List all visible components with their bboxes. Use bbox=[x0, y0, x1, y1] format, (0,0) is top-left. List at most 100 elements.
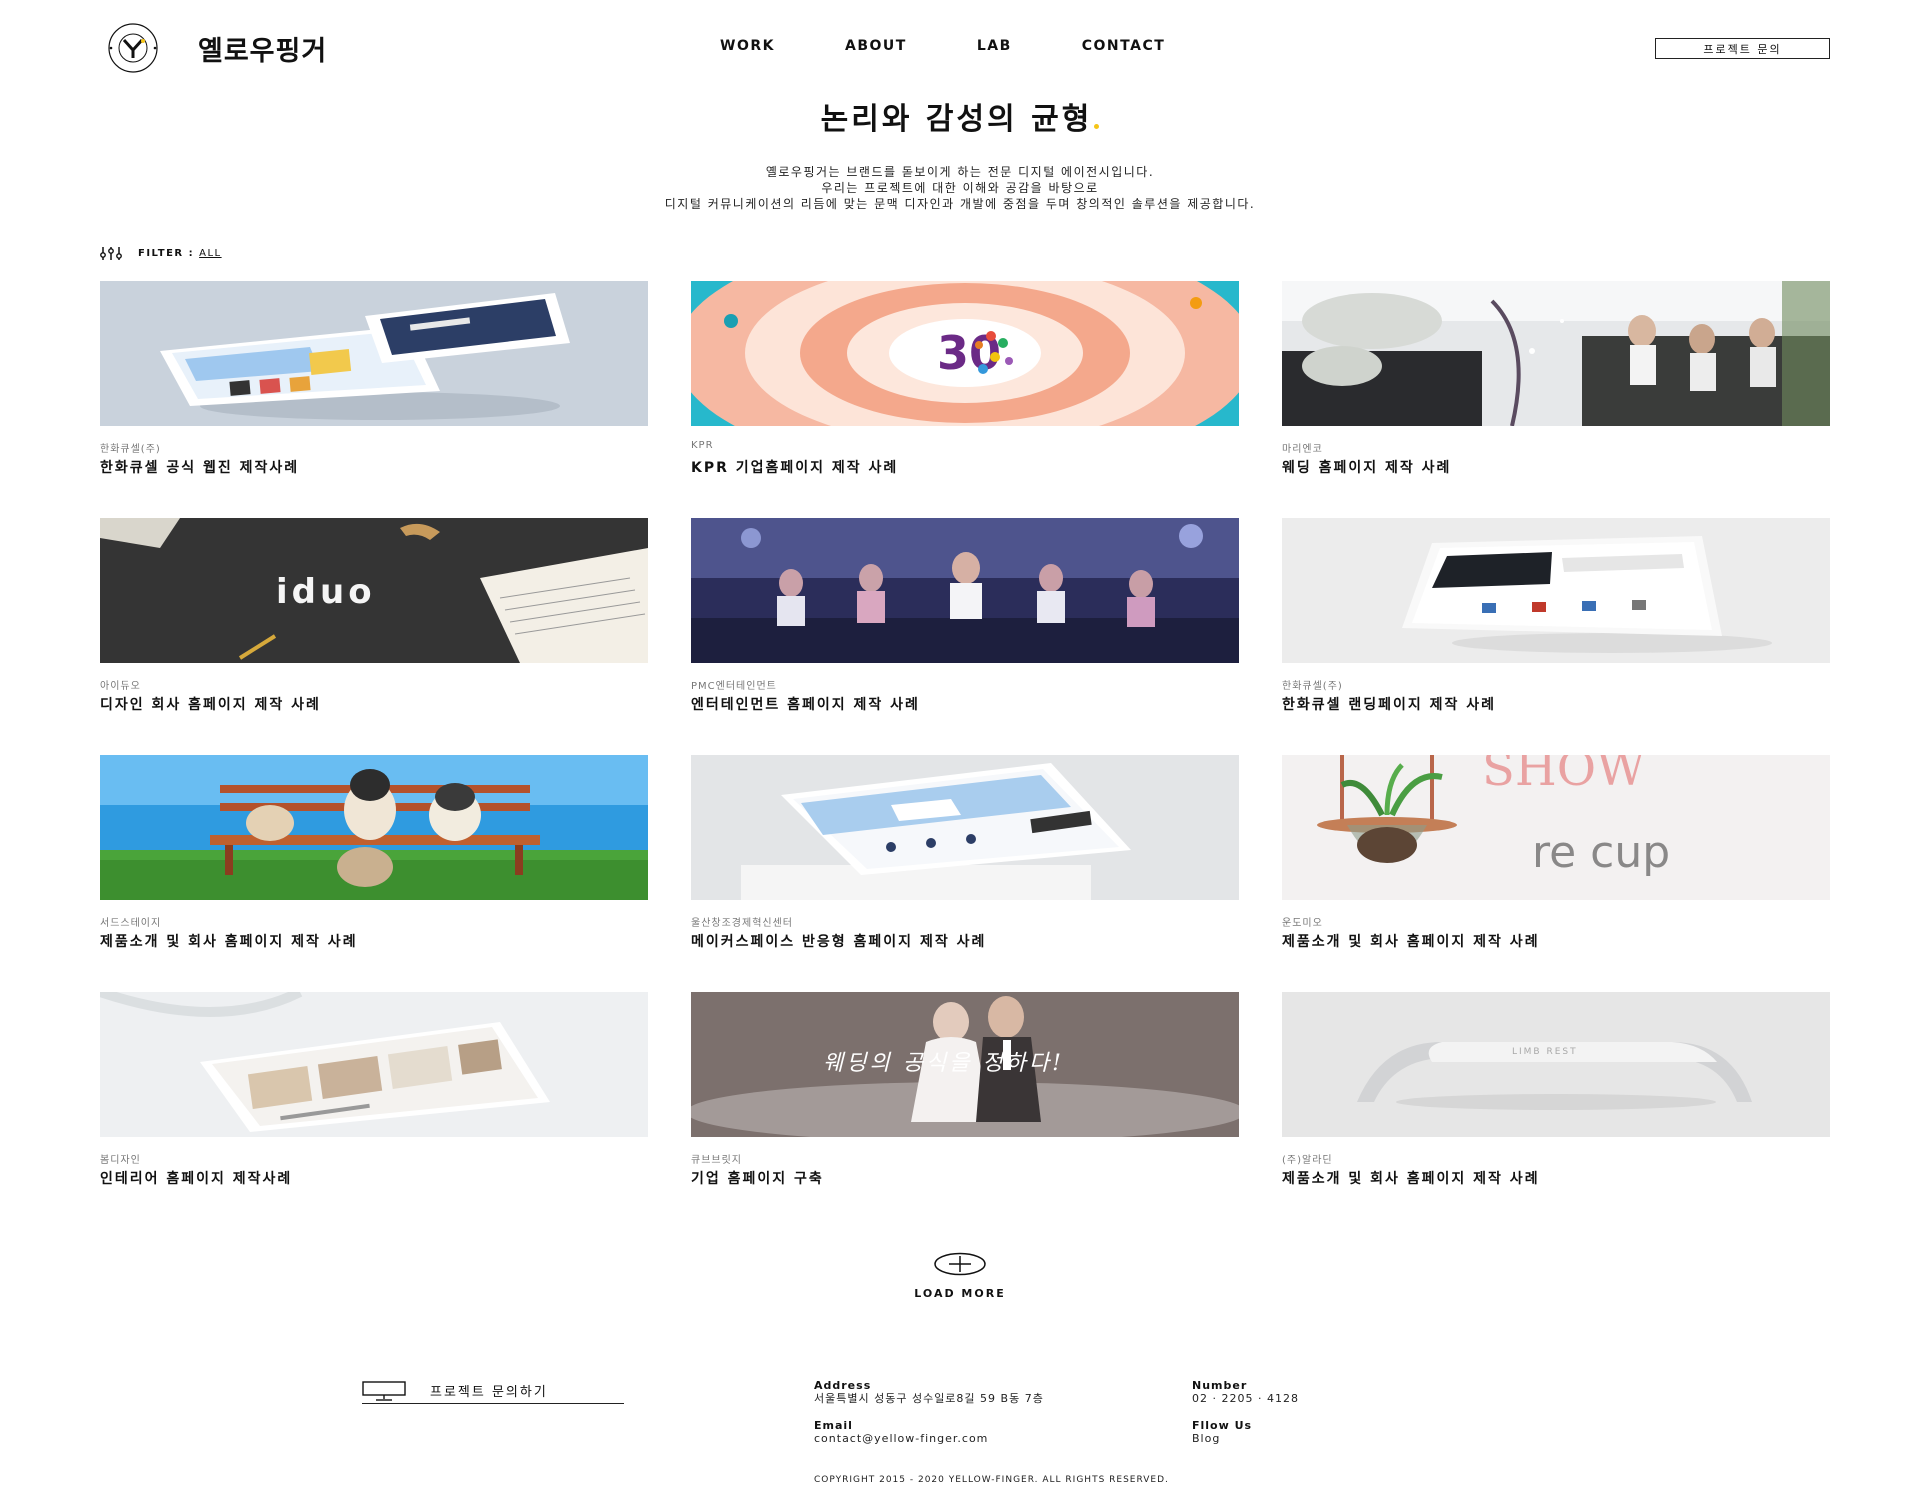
project-card[interactable]: 울산창조경제혁신센터 메이커스페이스 반응형 홈페이지 제작 사례 bbox=[691, 755, 1239, 950]
project-card[interactable]: iduo 아이듀오 디자인 회사 홈페이지 제작 사례 bbox=[100, 518, 648, 713]
filter-sliders-icon[interactable] bbox=[100, 247, 122, 260]
logo[interactable]: 옐로우핑거 bbox=[100, 22, 327, 74]
iduo-chalkboard-image: iduo bbox=[100, 518, 648, 663]
project-card[interactable]: 한화큐셀(주) 한화큐셀 랜딩페이지 제작 사례 bbox=[1282, 518, 1830, 713]
main-nav: WORK ABOUT LAB CONTACT bbox=[720, 38, 1165, 54]
project-title: 제품소개 및 회사 홈페이지 제작 사례 bbox=[1282, 1171, 1540, 1187]
copyright: COPYRIGHT 2015 - 2020 YELLOW-FINGER. ALL… bbox=[814, 1475, 1169, 1485]
logo-text: 옐로우핑거 bbox=[198, 35, 328, 67]
project-card[interactable]: SHOW re cup 운도미오 제품소개 및 회사 홈페이지 제작 사례 bbox=[1282, 755, 1830, 950]
nav-contact[interactable]: CONTACT bbox=[1082, 38, 1166, 54]
project-grid: 한화큐셀(주) 한화큐셀 공식 웹진 제작사례 30 KPR KPR 기업홈페이… bbox=[100, 281, 1830, 1187]
project-thumbnail bbox=[691, 755, 1239, 900]
tablet-landing-mockup-image bbox=[1282, 518, 1830, 663]
project-thumbnail bbox=[1282, 281, 1830, 426]
address-label: Address bbox=[814, 1379, 872, 1392]
project-title: 인테리어 홈페이지 제작사례 bbox=[100, 1171, 293, 1187]
tablet-mockup-image bbox=[100, 281, 648, 426]
project-thumbnail bbox=[1282, 518, 1830, 663]
project-client: 봄디자인 bbox=[100, 1155, 141, 1166]
follow-label: Fllow Us bbox=[1192, 1419, 1253, 1432]
site-header: 옐로우핑거 WORK ABOUT LAB CONTACT 프로젝트 문의 bbox=[0, 0, 1920, 96]
project-card[interactable]: 마리엔코 웨딩 홈페이지 제작 사례 bbox=[1282, 281, 1830, 476]
limb-rest-product-photo: LIMB REST bbox=[1282, 992, 1830, 1137]
tablet-makerspace-mockup-image bbox=[691, 755, 1239, 900]
project-thumbnail bbox=[691, 518, 1239, 663]
project-thumbnail bbox=[100, 281, 648, 426]
load-more-label: LOAD MORE bbox=[914, 1287, 1006, 1300]
recup-show-text: SHOW bbox=[1482, 755, 1646, 797]
hero-desc-line: 디지털 커뮤니케이션의 리듬에 맞는 문맥 디자인과 개발에 중점을 두며 창의… bbox=[664, 197, 1256, 211]
project-client: 서드스테이지 bbox=[100, 918, 162, 929]
nav-lab[interactable]: LAB bbox=[977, 38, 1012, 54]
number-value[interactable]: 02 · 2205 · 4128 bbox=[1192, 1392, 1299, 1405]
iduo-logo-text: iduo bbox=[276, 572, 376, 612]
project-thumbnail: LIMB REST bbox=[1282, 992, 1830, 1137]
project-title: 기업 홈페이지 구축 bbox=[691, 1171, 824, 1187]
filter-label: FILTER : bbox=[138, 248, 195, 259]
recup-plant-product-photo: SHOW re cup bbox=[1282, 755, 1830, 900]
project-title: 제품소개 및 회사 홈페이지 제작 사례 bbox=[1282, 934, 1540, 950]
yellow-finger-seal-logo bbox=[108, 23, 158, 73]
project-client: 한화큐셀(주) bbox=[100, 444, 161, 455]
project-client: KPR bbox=[691, 440, 714, 451]
project-title: 메이커스페이스 반응형 홈페이지 제작 사례 bbox=[691, 934, 987, 950]
load-more-button[interactable]: LOAD MORE bbox=[897, 1252, 1023, 1300]
footer-inquiry-label: 프로젝트 문의하기 bbox=[430, 1385, 548, 1400]
project-client: 한화큐셀(주) bbox=[1282, 681, 1343, 692]
concert-party-photo bbox=[691, 518, 1239, 663]
hero-desc-line: 우리는 프로젝트에 대한 이해와 공감을 바탕으로 bbox=[821, 181, 1099, 195]
wedding-script-text: 웨딩의 공식을 정하다! bbox=[823, 1051, 1064, 1076]
footer-follow: Fllow Us Blog bbox=[1192, 1419, 1252, 1445]
tablet-interior-mockup-image bbox=[100, 992, 648, 1137]
nav-work[interactable]: WORK bbox=[720, 38, 775, 54]
hero-description: 옐로우핑거는 브랜드를 돋보이게 하는 전문 디지털 에이전시입니다. 우리는 … bbox=[0, 164, 1920, 212]
email-label: Email bbox=[814, 1419, 853, 1432]
hero-title: 논리와 감성의 균형 bbox=[0, 94, 1920, 138]
footer-inquiry-link[interactable]: 프로젝트 문의하기 bbox=[362, 1378, 624, 1404]
hero: 논리와 감성의 균형 옐로우핑거는 브랜드를 돋보이게 하는 전문 디지털 에이… bbox=[0, 94, 1920, 212]
number-label: Number bbox=[1192, 1379, 1248, 1392]
wedding-couple-photo: 웨딩의 공식을 정하다! bbox=[691, 992, 1239, 1137]
project-thumbnail bbox=[100, 992, 648, 1137]
hero-desc-line: 옐로우핑거는 브랜드를 돋보이게 하는 전문 디지털 에이전시입니다. bbox=[765, 165, 1155, 179]
filter-value-all[interactable]: ALL bbox=[199, 248, 221, 259]
project-card[interactable]: 서드스테이지 제품소개 및 회사 홈페이지 제작 사례 bbox=[100, 755, 648, 950]
plus-circle-icon bbox=[934, 1252, 986, 1276]
project-card[interactable]: 봄디자인 인테리어 홈페이지 제작사례 bbox=[100, 992, 648, 1187]
project-thumbnail: iduo bbox=[100, 518, 648, 663]
project-title: 제품소개 및 회사 홈페이지 제작 사례 bbox=[100, 934, 358, 950]
filter-bar: FILTER : ALL bbox=[100, 247, 222, 260]
footer-address: Address 서울특별시 성동구 성수일로8길 59 B동 7층 bbox=[814, 1379, 1044, 1405]
project-thumbnail: 웨딩의 공식을 정하다! bbox=[691, 992, 1239, 1137]
blog-link[interactable]: Blog bbox=[1192, 1432, 1252, 1445]
project-card[interactable]: 웨딩의 공식을 정하다! 큐브브릿지 기업 홈페이지 구축 bbox=[691, 992, 1239, 1187]
project-inquiry-button[interactable]: 프로젝트 문의 bbox=[1655, 38, 1830, 59]
project-client: 아이듀오 bbox=[100, 681, 141, 692]
hero-accent-dot bbox=[1094, 124, 1100, 129]
footer-email: Email contact@yellow-finger.com bbox=[814, 1419, 988, 1445]
project-card[interactable]: 30 KPR KPR 기업홈페이지 제작 사례 bbox=[691, 281, 1239, 476]
project-client: 운도미오 bbox=[1282, 918, 1323, 929]
project-thumbnail: 30 bbox=[691, 281, 1239, 426]
monitor-icon bbox=[362, 1380, 406, 1401]
address-value: 서울특별시 성동구 성수일로8길 59 B동 7층 bbox=[814, 1392, 1044, 1405]
project-title: 한화큐셀 공식 웹진 제작사례 bbox=[100, 460, 300, 476]
project-thumbnail bbox=[100, 755, 648, 900]
nav-about[interactable]: ABOUT bbox=[845, 38, 907, 54]
project-card[interactable]: PMC엔터테인먼트 엔터테인먼트 홈페이지 제작 사례 bbox=[691, 518, 1239, 713]
limb-rest-text: LIMB REST bbox=[1512, 1047, 1578, 1057]
hero-title-text: 논리와 감성의 균형 bbox=[820, 102, 1093, 137]
project-client: PMC엔터테인먼트 bbox=[691, 681, 777, 692]
project-client: (주)알라딘 bbox=[1282, 1155, 1333, 1166]
figurines-on-bench-photo bbox=[100, 755, 648, 900]
project-title: 웨딩 홈페이지 제작 사례 bbox=[1282, 460, 1452, 476]
project-thumbnail: SHOW re cup bbox=[1282, 755, 1830, 900]
project-client: 울산창조경제혁신센터 bbox=[691, 918, 793, 929]
project-card[interactable]: 한화큐셀(주) 한화큐셀 공식 웹진 제작사례 bbox=[100, 281, 648, 476]
email-value[interactable]: contact@yellow-finger.com bbox=[814, 1432, 988, 1445]
project-card[interactable]: LIMB REST (주)알라딘 제품소개 및 회사 홈페이지 제작 사례 bbox=[1282, 992, 1830, 1187]
wedding-ceremony-photo bbox=[1282, 281, 1830, 426]
project-title: 한화큐셀 랜딩페이지 제작 사례 bbox=[1282, 697, 1497, 713]
project-title: KPR 기업홈페이지 제작 사례 bbox=[691, 460, 899, 476]
